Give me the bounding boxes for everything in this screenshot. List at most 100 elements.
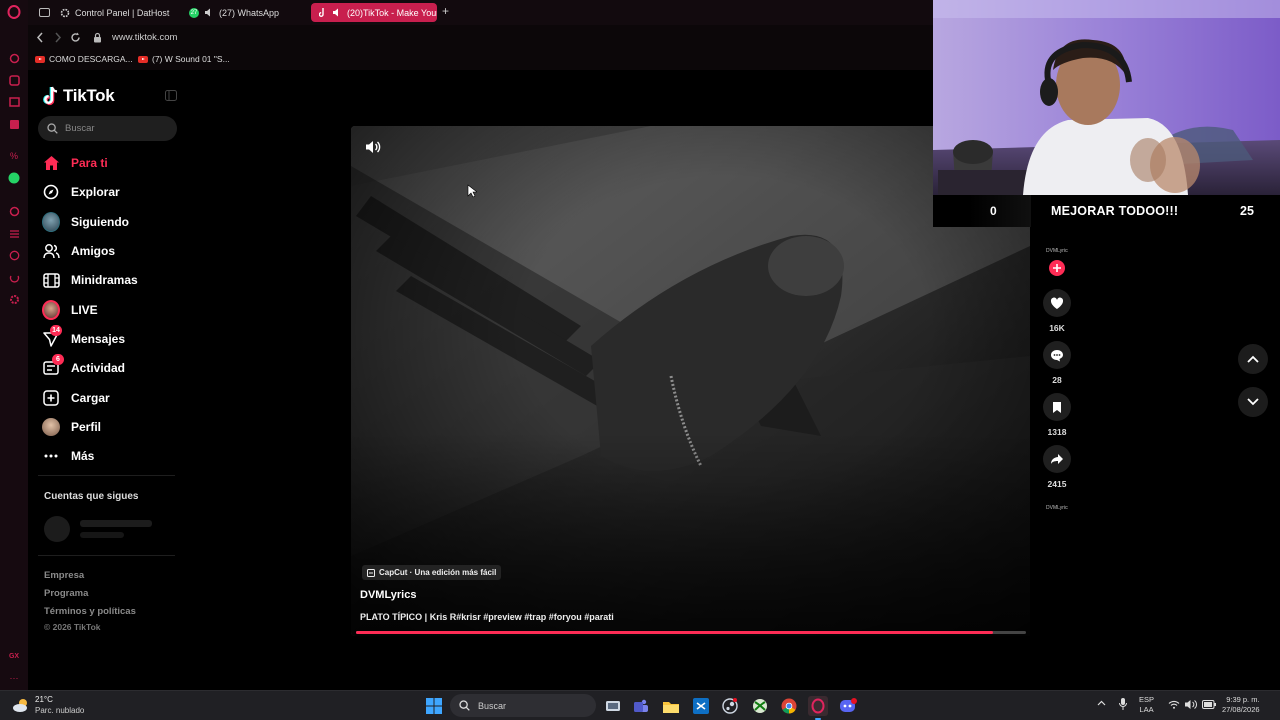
tabs-icon[interactable] — [6, 225, 22, 241]
vscode-icon[interactable] — [691, 696, 711, 716]
clock-time: 9:39 p. m. — [1226, 695, 1260, 704]
settings-icon[interactable] — [6, 291, 22, 307]
new-tab-button[interactable]: + — [442, 5, 449, 17]
battery-icon[interactable] — [1202, 700, 1216, 709]
downloads-icon[interactable] — [6, 269, 22, 285]
volume-icon[interactable] — [1184, 699, 1197, 710]
share-icon — [1043, 445, 1071, 473]
tab-menu-icon[interactable] — [36, 4, 52, 20]
weather-widget[interactable]: 21°C Parc. nublado — [12, 694, 84, 716]
steam-icon[interactable] — [720, 696, 740, 716]
collapse-sidebar-icon[interactable] — [165, 90, 177, 101]
nav-siguiendo[interactable]: Siguiendo — [42, 210, 129, 234]
taskbar-search[interactable]: Buscar — [450, 694, 596, 717]
teams-icon[interactable] — [631, 696, 651, 716]
capcut-text: CapCut · Una edición más fácil — [379, 568, 497, 577]
bookmark-item[interactable]: (7) W Sound 01 "S... — [138, 54, 230, 64]
tab-tiktok[interactable]: (20)TikTok - Make Your — [311, 3, 437, 22]
like-button[interactable]: 16K — [1043, 289, 1071, 333]
weather-desc: Parc. nublado — [35, 706, 85, 715]
share-count: 2415 — [1047, 479, 1067, 489]
footer-link[interactable]: Empresa — [44, 570, 84, 581]
speed-dial-icon[interactable] — [6, 50, 22, 66]
send-icon: 14 — [42, 325, 62, 348]
tab-dathost[interactable]: Control Panel | DatHost — [52, 3, 180, 22]
nav-para-ti[interactable]: Para ti — [42, 151, 108, 175]
nav-perfil[interactable]: Perfil — [42, 415, 101, 439]
nav-amigos[interactable]: Amigos — [42, 239, 115, 263]
comment-button[interactable]: 28 — [1043, 341, 1071, 385]
nav-live[interactable]: LIVE — [42, 298, 98, 322]
clock-date: 27/08/2026 — [1222, 705, 1260, 714]
video-caption[interactable]: PLATO TÍPICO | Kris R#krisr #preview #tr… — [360, 612, 614, 622]
file-explorer-icon[interactable] — [661, 696, 681, 716]
chevron-up-icon[interactable] — [1097, 700, 1106, 706]
footer-link[interactable]: Programa — [44, 588, 88, 599]
back-icon[interactable] — [36, 32, 44, 43]
more-options-icon[interactable]: ··· — [6, 670, 22, 686]
nav-mensajes[interactable]: 14 Mensajes — [42, 325, 125, 351]
whatsapp-icon[interactable] — [6, 170, 22, 186]
video-author[interactable]: DVMLyrics — [360, 589, 416, 601]
chrome-icon[interactable] — [779, 696, 799, 716]
heart-icon — [1043, 289, 1071, 317]
weather-temp: 21°C — [35, 695, 53, 704]
save-button[interactable]: 1318 — [1043, 393, 1071, 437]
gx-control-icon[interactable]: GX — [6, 648, 22, 664]
messenger-icon[interactable] — [6, 116, 22, 132]
overlay-left-count: 0 — [990, 204, 997, 218]
volume-icon[interactable] — [365, 140, 381, 154]
nav-label: Para ti — [71, 156, 108, 170]
tab-label: (27) WhatsApp — [219, 7, 280, 18]
nav-explorar[interactable]: Explorar — [42, 180, 120, 204]
language-indicator[interactable]: ESP LAA — [1139, 695, 1154, 715]
wifi-icon[interactable] — [1168, 700, 1180, 709]
previous-video-button[interactable] — [1238, 344, 1268, 374]
nav-minidramas[interactable]: Minidramas — [42, 268, 138, 292]
share-button[interactable]: 2415 — [1043, 445, 1071, 489]
capcut-label[interactable]: CapCut · Una edición más fácil — [362, 565, 502, 580]
activity-icon: 6 — [42, 354, 64, 377]
save-count: 1318 — [1047, 427, 1067, 437]
next-video-button[interactable] — [1238, 387, 1268, 417]
progress-track[interactable] — [356, 631, 1026, 634]
tiktok-favicon-icon — [319, 8, 327, 17]
bookmark-item[interactable]: COMO DESCARGA... — [35, 54, 133, 64]
microphone-icon[interactable] — [1119, 698, 1127, 710]
discord-icon[interactable] — [838, 696, 858, 716]
opera-gx-taskbar-icon[interactable] — [808, 696, 828, 716]
gx-corner-icon[interactable] — [6, 72, 22, 88]
nav-cargar[interactable]: Cargar — [42, 386, 110, 410]
task-view-icon[interactable] — [603, 696, 623, 716]
percent-icon[interactable]: % — [6, 148, 22, 164]
twitch-icon[interactable] — [6, 94, 22, 110]
windows-start-icon[interactable] — [424, 696, 444, 716]
nav-actividad[interactable]: 6 Actividad — [42, 354, 125, 380]
follow-button[interactable] — [1049, 260, 1065, 276]
music-disc[interactable]: DVMLyrics — [1046, 505, 1068, 511]
history-icon[interactable] — [6, 247, 22, 263]
reload-icon[interactable] — [70, 32, 81, 43]
clock[interactable]: 9:39 p. m. 27/08/2026 — [1222, 695, 1260, 715]
progress-fill — [356, 631, 993, 634]
forward-icon[interactable] — [54, 32, 62, 43]
url-field[interactable]: www.tiktok.com — [112, 32, 177, 43]
video-player[interactable]: CapCut · Una edición más fácil DVMLyrics… — [351, 126, 1030, 636]
tab-whatsapp[interactable]: 27 (27) WhatsApp — [181, 3, 307, 22]
xbox-icon[interactable] — [750, 696, 770, 716]
friends-icon — [42, 242, 60, 260]
lock-icon[interactable] — [93, 32, 102, 43]
profile-avatar — [42, 418, 60, 436]
footer-link[interactable]: Términos y políticas — [44, 606, 136, 617]
tiktok-logo[interactable]: TikTok — [43, 86, 115, 106]
overlay-banner: MEJORAR TODOO!!! — [1051, 204, 1179, 218]
nav-label: Cargar — [71, 391, 110, 405]
messages-badge: 14 — [50, 325, 62, 336]
search-input[interactable]: Buscar — [38, 116, 177, 141]
opera-sidebar: % GX ··· — [0, 0, 28, 690]
nav-mas[interactable]: Más — [42, 444, 94, 468]
activity-badge: 6 — [52, 354, 64, 365]
player-icon[interactable] — [6, 203, 22, 219]
opera-logo-icon[interactable] — [6, 4, 22, 20]
author-avatar[interactable]: DVMLyrics — [1046, 248, 1068, 254]
